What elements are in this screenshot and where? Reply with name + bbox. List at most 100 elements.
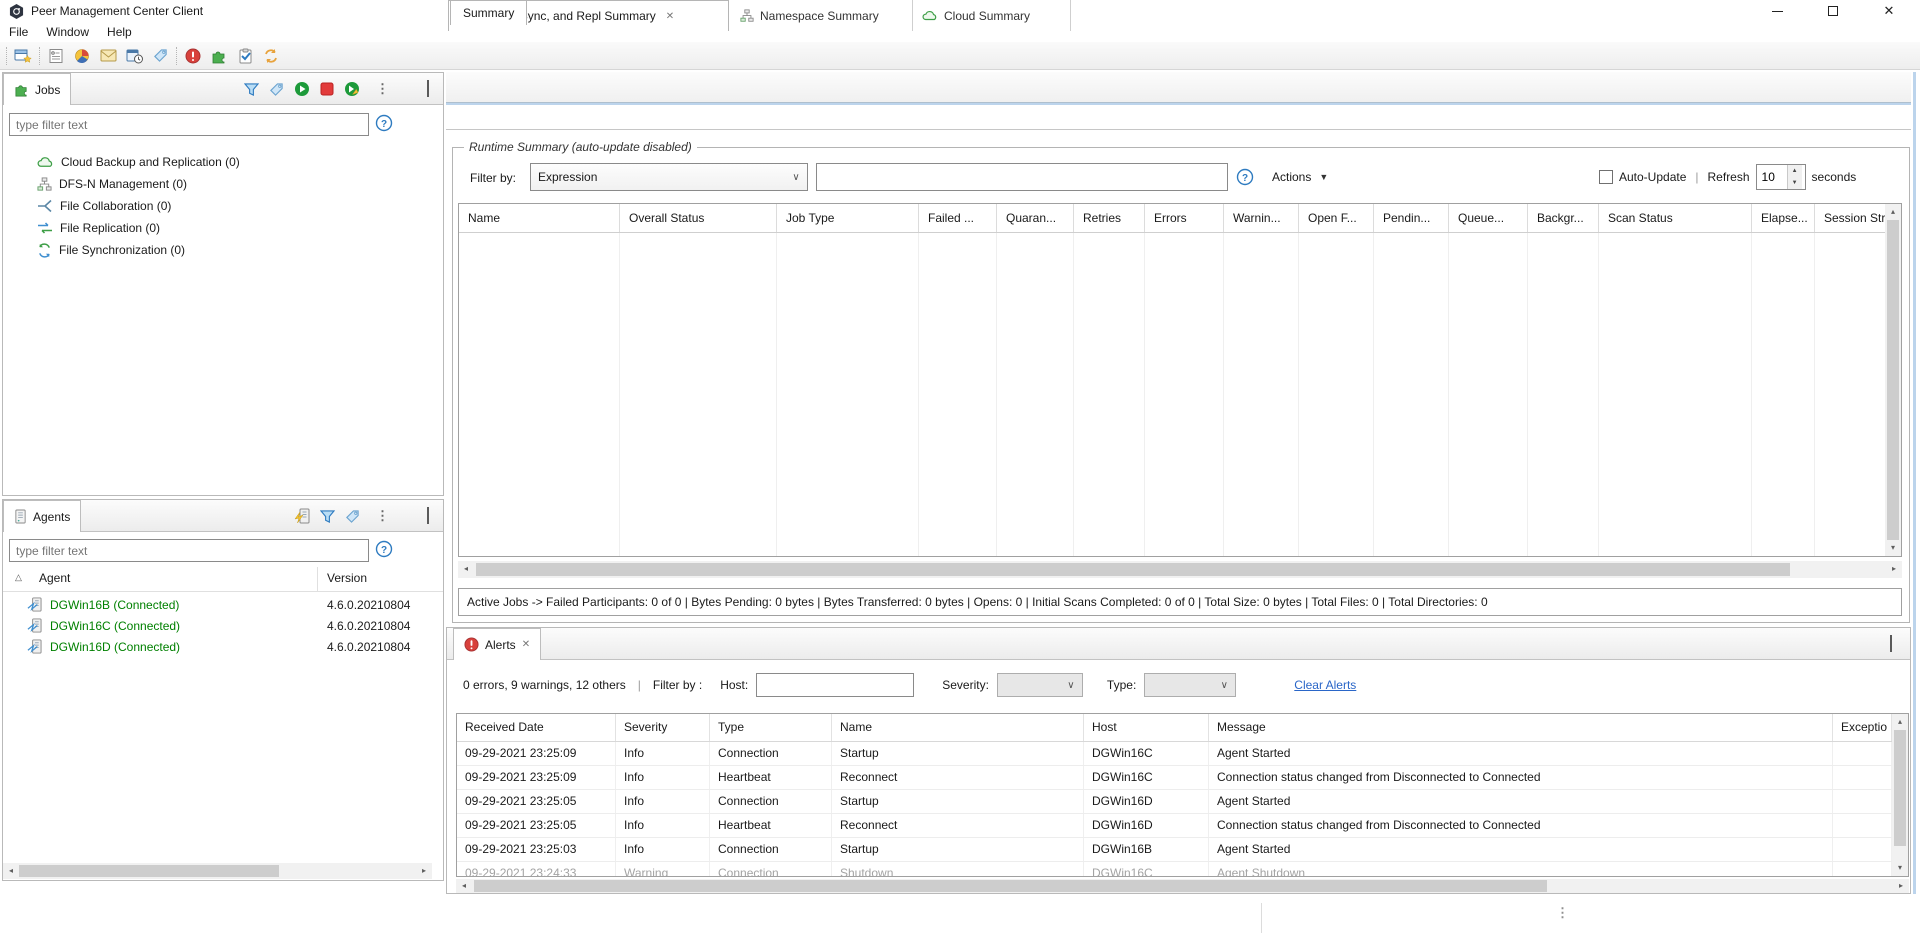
column-header[interactable]: Name — [832, 714, 1084, 741]
agent-row[interactable]: DGWin16D (Connected) 4.6.0.20210804 — [3, 636, 441, 657]
view-menu-icon[interactable]: ⋮ — [376, 83, 389, 95]
scroll-up-icon[interactable]: ▴ — [1892, 714, 1908, 730]
column-header[interactable]: Retries — [1074, 204, 1145, 232]
tree-item-file-synchronization[interactable]: File Synchronization (0) — [3, 239, 441, 261]
scroll-down-icon[interactable]: ▾ — [1885, 540, 1901, 556]
column-header[interactable]: Pendin... — [1374, 204, 1449, 232]
tree-item-dfsn-management[interactable]: DFS-N Management (0) — [3, 173, 441, 195]
scrollbar-thumb[interactable] — [474, 880, 1547, 892]
column-header[interactable]: Name — [459, 204, 620, 232]
maximize-view-button[interactable] — [427, 509, 429, 523]
scroll-left-icon[interactable]: ◂ — [458, 561, 474, 577]
refresh-interval-spinner[interactable]: ▲▼ — [1756, 164, 1806, 190]
menu-help[interactable]: Help — [98, 22, 141, 42]
jobs-button[interactable] — [206, 44, 232, 68]
column-header[interactable]: Host — [1084, 714, 1209, 741]
column-header[interactable]: Session Stru — [1815, 204, 1887, 232]
summary-vertical-scrollbar[interactable]: ▴ ▾ — [1885, 204, 1901, 556]
column-header[interactable]: Errors — [1145, 204, 1224, 232]
agent-row[interactable]: DGWin16B (Connected) 4.6.0.20210804 — [3, 594, 441, 615]
tag-agents-button[interactable] — [345, 509, 360, 524]
tag-button[interactable] — [147, 44, 173, 68]
view-menu-icon[interactable]: ⋮ — [376, 510, 389, 522]
column-header[interactable]: Received Date — [457, 714, 616, 741]
maximize-view-button[interactable] — [427, 82, 429, 96]
scroll-right-icon[interactable]: ▸ — [1886, 561, 1902, 577]
agents-column-agent[interactable]: Agent — [39, 571, 70, 585]
alerts-view-tab[interactable]: Alerts ✕ — [453, 628, 541, 660]
column-header[interactable]: Severity — [616, 714, 710, 741]
summary-horizontal-scrollbar[interactable]: ◂ ▸ — [458, 561, 1902, 578]
alert-row[interactable]: 09-29-2021 23:25:09 Info Heartbeat Recon… — [457, 766, 1908, 790]
spinner-down-icon[interactable]: ▼ — [1788, 177, 1802, 189]
column-header[interactable]: Warnin... — [1224, 204, 1299, 232]
refresh-button[interactable] — [258, 44, 284, 68]
alert-row[interactable]: 09-29-2021 23:25:03 Info Connection Star… — [457, 838, 1908, 862]
scroll-left-icon[interactable]: ◂ — [3, 863, 19, 879]
agents-column-version[interactable]: Version — [327, 571, 367, 585]
column-header[interactable]: Overall Status — [620, 204, 777, 232]
actions-dropdown[interactable]: Actions ▼ — [1272, 163, 1328, 191]
schedule-button[interactable] — [121, 44, 147, 68]
checklist-button[interactable] — [232, 44, 258, 68]
close-tab-icon[interactable]: ✕ — [666, 11, 674, 22]
menu-file[interactable]: File — [0, 22, 37, 42]
column-header[interactable]: Message — [1209, 714, 1833, 741]
column-header[interactable]: Elapse... — [1752, 204, 1815, 232]
subtab-summary[interactable]: Summary — [450, 0, 527, 25]
alerts-horizontal-scrollbar[interactable]: ◂ ▸ — [456, 879, 1909, 893]
jobs-filter-help-button[interactable]: ? — [375, 114, 393, 132]
agents-view-tab[interactable]: Agents — [3, 500, 81, 532]
column-header[interactable]: Scan Status — [1599, 204, 1752, 232]
maximize-view-button[interactable] — [1890, 637, 1892, 651]
agents-filter-help-button[interactable]: ? — [375, 540, 393, 558]
pie-chart-button[interactable] — [69, 44, 95, 68]
restart-job-button[interactable] — [344, 81, 360, 97]
alerts-button[interactable] — [180, 44, 206, 68]
column-header[interactable]: Queue... — [1449, 204, 1528, 232]
jobs-view-tab[interactable]: Jobs — [3, 73, 71, 105]
alerts-vertical-scrollbar[interactable]: ▴ ▾ — [1892, 714, 1908, 876]
spinner-up-icon[interactable]: ▲ — [1788, 165, 1802, 177]
start-job-button[interactable] — [294, 81, 310, 97]
scrollbar-thumb[interactable] — [476, 563, 1790, 576]
trim-drag-handle-icon[interactable]: ⋮ — [1556, 907, 1569, 919]
tree-item-file-replication[interactable]: File Replication (0) — [3, 217, 441, 239]
tree-item-file-collaboration[interactable]: File Collaboration (0) — [3, 195, 441, 217]
scroll-up-icon[interactable]: ▴ — [1885, 204, 1901, 220]
jobs-filter-input[interactable] — [9, 113, 369, 136]
stop-job-button[interactable] — [320, 82, 334, 96]
filter-expression-input[interactable] — [816, 163, 1228, 191]
filter-expression-combo[interactable]: Expression ∨ — [530, 163, 808, 191]
agent-action-button[interactable] — [294, 508, 310, 524]
column-header[interactable]: Open F... — [1299, 204, 1374, 232]
scrollbar-thumb[interactable] — [19, 865, 279, 877]
auto-update-checkbox[interactable] — [1599, 170, 1613, 184]
new-wizard-button[interactable] — [10, 44, 36, 68]
window-minimize-button[interactable] — [1749, 0, 1805, 22]
alert-row[interactable]: 09-29-2021 23:25:05 Info Connection Star… — [457, 790, 1908, 814]
filter-jobs-button[interactable] — [244, 82, 259, 97]
tree-item-cloud-backup[interactable]: Cloud Backup and Replication (0) — [3, 151, 441, 173]
clear-alerts-link[interactable]: Clear Alerts — [1294, 678, 1356, 692]
alert-row[interactable]: 09-29-2021 23:25:09 Info Connection Star… — [457, 742, 1908, 766]
tab-namespace-summary[interactable]: Namespace Summary — [731, 0, 913, 31]
column-header[interactable]: Quaran... — [997, 204, 1074, 232]
column-header[interactable]: Failed ... — [919, 204, 997, 232]
filter-agents-button[interactable] — [320, 509, 335, 524]
host-filter-input[interactable] — [756, 673, 914, 697]
window-maximize-button[interactable] — [1805, 0, 1861, 22]
alert-row[interactable]: 09-29-2021 23:24:33 Warning Connection S… — [457, 862, 1908, 876]
scrollbar-thumb[interactable] — [1887, 220, 1899, 540]
column-header[interactable]: Exceptio — [1833, 714, 1892, 741]
refresh-interval-input[interactable] — [1757, 165, 1787, 189]
close-tab-icon[interactable]: ✕ — [522, 639, 530, 650]
filter-help-button[interactable]: ? — [1236, 168, 1254, 186]
column-header[interactable]: Job Type — [777, 204, 919, 232]
agents-filter-input[interactable] — [9, 539, 369, 562]
scroll-right-icon[interactable]: ▸ — [416, 863, 432, 879]
scroll-down-icon[interactable]: ▾ — [1892, 860, 1908, 876]
agents-horizontal-scrollbar[interactable]: ◂ ▸ — [3, 863, 432, 879]
properties-button[interactable] — [43, 44, 69, 68]
scroll-left-icon[interactable]: ◂ — [456, 878, 472, 894]
